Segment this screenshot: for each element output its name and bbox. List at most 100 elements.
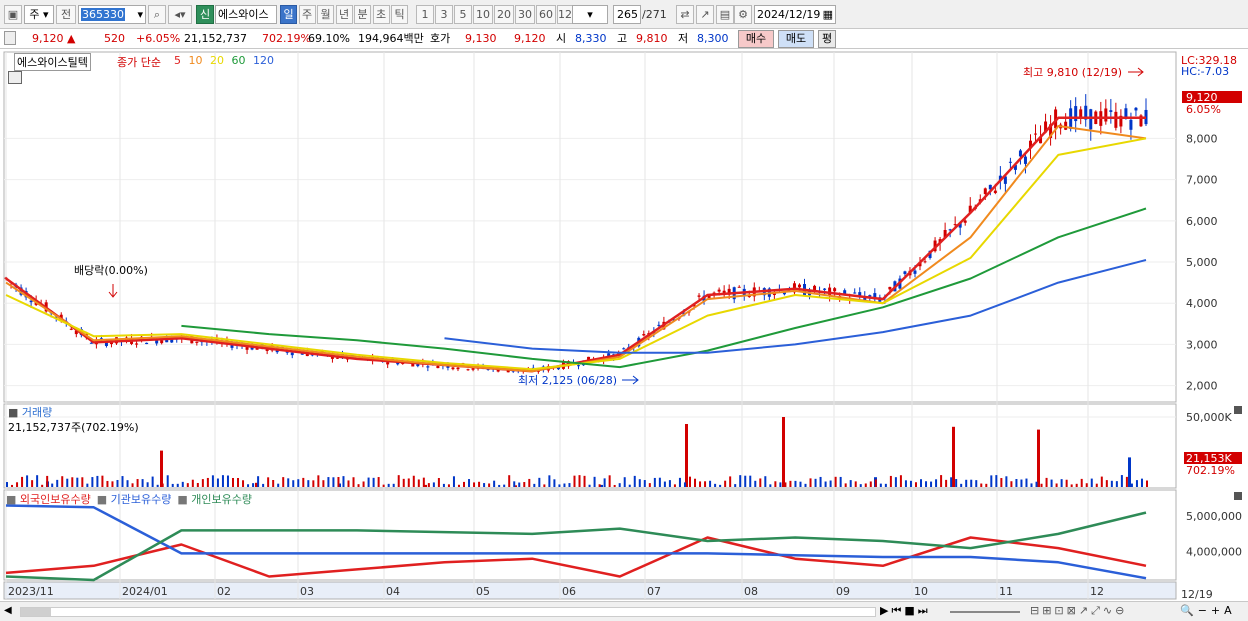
volume-bar xyxy=(769,484,772,487)
link-icon[interactable]: ⇄ xyxy=(676,5,694,24)
zoom-controls-icon[interactable]: 🔍−+A xyxy=(1180,604,1236,617)
holding-legend-item-0[interactable]: ■ 외국인보유수량 xyxy=(6,493,91,506)
volume-bar xyxy=(111,481,114,487)
volume-bar xyxy=(417,479,420,487)
save-icon[interactable]: ▤ xyxy=(716,5,734,24)
interval-button-20[interactable]: 20 xyxy=(494,5,514,24)
high-price: 9,810 xyxy=(636,32,668,45)
period-tab-5[interactable]: 초 xyxy=(372,5,390,24)
x-tick-label: 03 xyxy=(300,585,314,598)
candle-body xyxy=(953,224,957,226)
volume-bar xyxy=(176,483,179,487)
period-tab-0[interactable]: 일 xyxy=(280,5,297,24)
table-icon[interactable] xyxy=(8,71,22,84)
volume-bar xyxy=(392,483,395,487)
stock-chart-svg[interactable]: 2,000 3,000 4,000 5,000 6,000 7,000 8,000 50,00… xyxy=(0,50,1248,601)
volume-bar xyxy=(673,484,676,487)
volume-bar xyxy=(483,483,486,487)
volume-bar xyxy=(623,477,626,487)
speaker-icon[interactable]: ◂▾ xyxy=(168,5,192,24)
stock-label[interactable]: 에스와이스틸텍 xyxy=(14,53,91,71)
holding-pane-close-icon[interactable] xyxy=(1234,492,1242,500)
sell-button[interactable]: 매도 xyxy=(778,30,814,48)
view-tools-icon[interactable]: ⊟⊞⊡⊠↗⤢∿⊖ xyxy=(1030,604,1127,618)
chart-area[interactable]: 2,000 3,000 4,000 5,000 6,000 7,000 8,000 50,00… xyxy=(0,50,1248,601)
volume-bar xyxy=(829,480,832,487)
volume-bar xyxy=(1020,479,1023,487)
interval-button-3[interactable]: 3 xyxy=(435,5,453,24)
volume-bar xyxy=(126,480,129,487)
interval-button-10[interactable]: 10 xyxy=(473,5,493,24)
holding-legend-item-2[interactable]: ■ 개인보유수량 xyxy=(177,493,252,506)
candle-body xyxy=(577,365,581,367)
window-menu-icon[interactable]: ▣ xyxy=(4,5,22,24)
candle-body xyxy=(697,295,701,297)
period-tab-4[interactable]: 분 xyxy=(354,5,371,24)
checkbox-icon[interactable] xyxy=(4,31,16,45)
candle-body xyxy=(245,347,249,350)
x-tick-label: 09 xyxy=(836,585,850,598)
interval-button-5[interactable]: 5 xyxy=(454,5,472,24)
playback-controls[interactable]: ▶⏮■⏭ xyxy=(880,604,931,618)
volume-pane-close-icon[interactable] xyxy=(1234,406,1242,414)
count-input[interactable]: 265 xyxy=(613,5,641,24)
calendar-icon[interactable]: ▦ xyxy=(823,6,833,23)
volume-bar xyxy=(603,478,606,487)
candle-body xyxy=(657,324,661,326)
volume-y-tick: 50,000K xyxy=(1186,411,1232,424)
x-tick-label: 12 xyxy=(1090,585,1104,598)
volume-bar xyxy=(292,480,295,487)
zoom-slider[interactable] xyxy=(950,611,1020,613)
volume-bar xyxy=(282,477,285,487)
volume-current-pct: 702.19% xyxy=(1186,464,1235,477)
volume-bar xyxy=(849,480,852,487)
volume-bar xyxy=(633,475,636,487)
search-icon[interactable]: ⌕ xyxy=(148,5,166,24)
ma-period-10[interactable]: 10 xyxy=(189,54,207,67)
market-type-select[interactable]: 주 ▾ xyxy=(24,5,54,24)
period-tab-1[interactable]: 주 xyxy=(298,5,316,24)
volume-bar xyxy=(347,480,350,487)
candle-body xyxy=(1089,109,1093,130)
gear-icon[interactable]: ⚙ xyxy=(734,5,752,24)
evaluate-button[interactable]: 평 xyxy=(818,30,836,48)
date-input[interactable]: 2024/12/19 ▦ xyxy=(754,5,836,24)
period-tab-3[interactable]: 년 xyxy=(335,5,353,24)
ma-period-20[interactable]: 20 xyxy=(210,54,228,67)
volume-bar xyxy=(432,482,435,487)
period-tab-6[interactable]: 틱 xyxy=(391,5,408,24)
candle-body xyxy=(160,340,164,344)
holding-legend-item-1[interactable]: ■ 기관보유수량 xyxy=(97,493,172,506)
volume-bar xyxy=(1130,483,1133,487)
volume-bar xyxy=(688,476,691,487)
candle-body xyxy=(135,343,139,345)
interval-button-1[interactable]: 1 xyxy=(416,5,434,24)
prev-button[interactable]: 전 xyxy=(56,5,76,24)
scroll-left-icon[interactable]: ◀ xyxy=(4,605,12,616)
volume-bar xyxy=(1015,479,1018,487)
interval-custom-select[interactable]: ▾ xyxy=(572,5,608,24)
candle-body xyxy=(69,328,73,330)
ma-period-60[interactable]: 60 xyxy=(232,54,250,67)
draw-tool-icon[interactable]: ↗ xyxy=(696,5,714,24)
volume-bar xyxy=(11,484,14,487)
candle-body xyxy=(1109,110,1113,112)
ma-period-120[interactable]: 120 xyxy=(253,54,274,67)
ma-period-5[interactable]: 5 xyxy=(174,54,185,67)
price-bar: 9,120 ▲ 520 +6.05% 21,152,737 702.19% 69… xyxy=(0,29,1248,49)
x-tick-label: 10 xyxy=(914,585,928,598)
scrollbar-thumb[interactable] xyxy=(21,608,51,616)
stock-name-field[interactable]: 에스와이스 xyxy=(215,5,277,24)
volume-bar xyxy=(864,483,867,487)
volume-bar xyxy=(925,481,928,487)
volume-bar xyxy=(216,478,219,487)
interval-button-30[interactable]: 30 xyxy=(515,5,535,24)
volume-bar xyxy=(990,475,993,487)
buy-button[interactable]: 매수 xyxy=(738,30,774,48)
stock-code-input[interactable]: 365330 ▾ xyxy=(78,5,146,24)
chevron-down-icon[interactable]: ▾ xyxy=(137,6,143,23)
market-type-value: 주 xyxy=(29,8,40,21)
period-tab-2[interactable]: 월 xyxy=(317,5,334,24)
interval-button-60[interactable]: 60 xyxy=(536,5,556,24)
scrollbar-track[interactable] xyxy=(20,607,876,617)
